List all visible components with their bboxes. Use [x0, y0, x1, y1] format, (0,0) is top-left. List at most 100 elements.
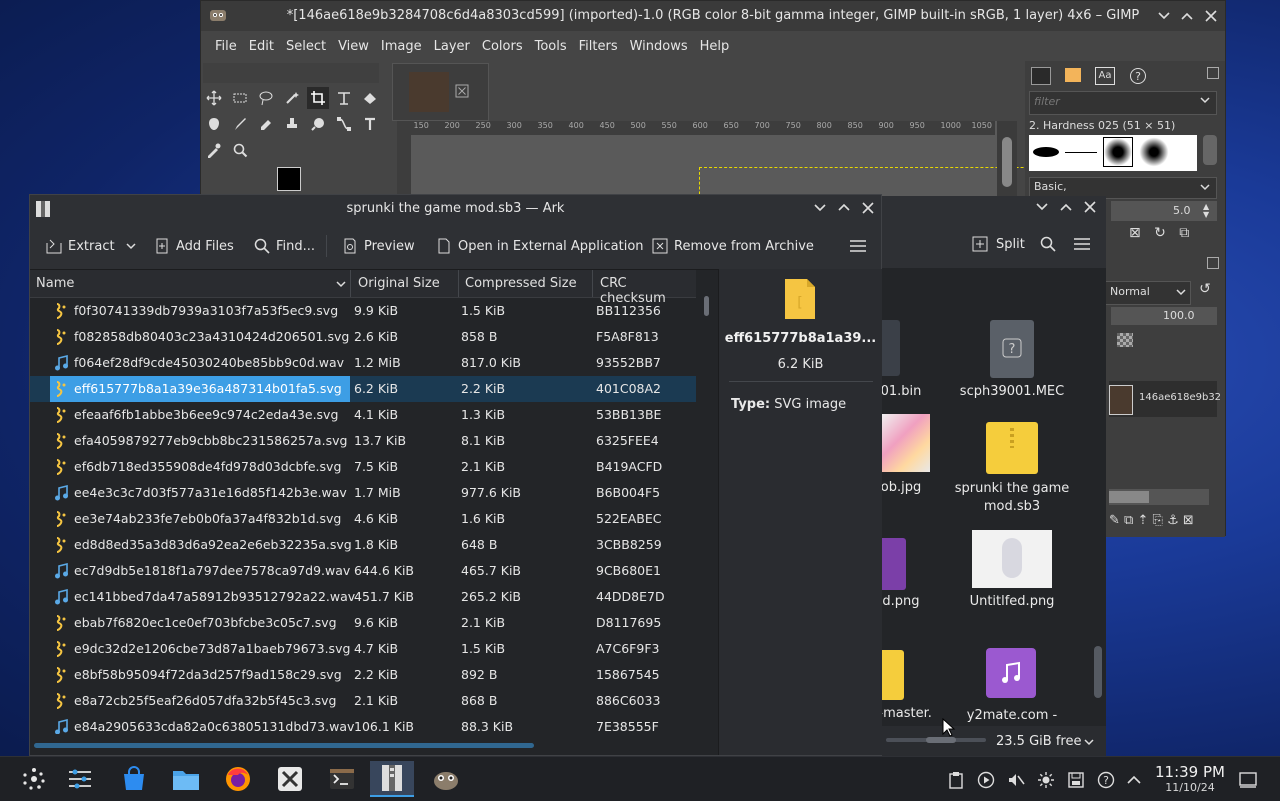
- scrollbar-thumb[interactable]: [704, 296, 709, 316]
- show-desktop-icon[interactable]: [1238, 770, 1258, 790]
- table-row[interactable]: f082858db80403c23a4310424d206501.svg 2.6 …: [30, 324, 696, 350]
- file-item-unknown[interactable]: ? scph39001.MEC: [956, 320, 1068, 410]
- split-button[interactable]: Split: [972, 236, 1025, 252]
- foreground-color-swatch[interactable]: [277, 167, 301, 191]
- spacing-spinbox[interactable]: 5.0 ▲ ▼: [1111, 201, 1217, 221]
- brush-grid[interactable]: [1029, 135, 1197, 171]
- brush-preview[interactable]: [1139, 137, 1169, 167]
- archive-horizontal-scrollbar[interactable]: [30, 735, 718, 755]
- preview-button[interactable]: Preview: [342, 235, 415, 257]
- table-row[interactable]: ef6db718ed355908de4fd978d03dcbfe.svg 7.5 …: [30, 454, 696, 480]
- close-tab-icon[interactable]: [455, 84, 469, 98]
- hamburger-menu-button[interactable]: [850, 235, 866, 257]
- scrollbar-thumb[interactable]: [34, 743, 534, 748]
- table-row[interactable]: e8bf58b95094f72da3d257f9ad158c29.svg 2.2 …: [30, 662, 696, 688]
- eraser-tool-icon[interactable]: [255, 113, 277, 135]
- fuzzy-select-tool-icon[interactable]: [281, 87, 303, 109]
- help-icon[interactable]: ?: [1129, 67, 1147, 85]
- storage-icon[interactable]: [1066, 770, 1086, 790]
- table-row[interactable]: efeaaf6fb1abbe3b6ee9c974c2eda43e.svg 4.1 …: [30, 402, 696, 428]
- clone-tool-icon[interactable]: [281, 113, 303, 135]
- scrollbar-thumb[interactable]: [1002, 137, 1012, 187]
- menu-filters[interactable]: Filters: [573, 39, 624, 54]
- add-files-button[interactable]: Add Files: [154, 235, 234, 257]
- patterns-tab-icon[interactable]: [1065, 68, 1081, 82]
- brush-filter-field[interactable]: filter: [1029, 91, 1217, 115]
- layers-scrollbar[interactable]: [1109, 489, 1209, 505]
- paths-tool-icon[interactable]: [333, 113, 355, 135]
- open-external-button[interactable]: Open in External Application: [436, 235, 644, 257]
- table-row[interactable]: ee4e3c3c7d03f577a31e16d85f142b3e.wav 1.7 …: [30, 480, 696, 506]
- layer-mode-select[interactable]: Normal: [1105, 281, 1191, 305]
- delete-layer-icon[interactable]: ⊠: [1183, 513, 1194, 528]
- new-layer-icon[interactable]: ⧉: [1124, 513, 1133, 528]
- taskbar-ark[interactable]: [370, 761, 414, 797]
- chevron-down-icon[interactable]: [1200, 183, 1210, 191]
- minimize-button[interactable]: [1036, 203, 1048, 211]
- brushes-tab-icon[interactable]: [1031, 67, 1051, 85]
- taskbar-firefox[interactable]: [216, 761, 260, 797]
- taskbar-xnview[interactable]: [268, 761, 312, 797]
- minimize-button[interactable]: [1153, 5, 1175, 27]
- tray-expand-chevron-up-icon[interactable]: [1124, 770, 1144, 790]
- duplicate-layer-icon[interactable]: ⎘: [1153, 513, 1163, 528]
- brush-preview-selected[interactable]: [1103, 137, 1133, 167]
- table-row[interactable]: e9dc32d2e1206cbe73d87a1baeb79673.svg 4.7 …: [30, 636, 696, 662]
- layers-menu-icon[interactable]: [1207, 257, 1219, 269]
- raise-layer-icon[interactable]: ⇡: [1137, 513, 1148, 528]
- warp-tool-icon[interactable]: [203, 113, 225, 135]
- sort-chevron-down-icon[interactable]: [336, 280, 346, 288]
- menu-file[interactable]: File: [209, 39, 243, 54]
- menu-help[interactable]: Help: [694, 39, 736, 54]
- bucket-fill-tool-icon[interactable]: [359, 87, 381, 109]
- file-item-audio[interactable]: y2mate.com -: [958, 646, 1066, 736]
- file-item-untitled-png[interactable]: Untitlfed.png: [958, 530, 1066, 620]
- layer-mode-reset-icon[interactable]: ↺: [1193, 281, 1217, 303]
- chevron-down-icon[interactable]: [1200, 96, 1210, 104]
- table-row[interactable]: e8a72cb25f5eaf26d057dfa32b5f45c3.svg 2.1 …: [30, 688, 696, 714]
- crop-tool-icon[interactable]: [307, 87, 329, 109]
- table-row[interactable]: ed8d8ed35a3d83d6a92ea2e6eb32235a.svg 1.8 …: [30, 532, 696, 558]
- menu-colors[interactable]: Colors: [476, 39, 529, 54]
- image-tab[interactable]: [392, 63, 489, 121]
- column-name[interactable]: Name: [36, 276, 74, 291]
- zoom-slider[interactable]: [886, 737, 986, 743]
- menu-layer[interactable]: Layer: [428, 39, 476, 54]
- chevron-down-icon[interactable]: [1176, 288, 1186, 296]
- close-button[interactable]: [1200, 5, 1222, 27]
- rect-select-tool-icon[interactable]: [229, 87, 251, 109]
- find-button[interactable]: Find...: [254, 235, 315, 257]
- brightness-icon[interactable]: [1036, 770, 1056, 790]
- anchor-layer-icon[interactable]: ⚓: [1167, 513, 1179, 528]
- volume-muted-icon[interactable]: [1006, 770, 1026, 790]
- file-item-png[interactable]: d.png: [882, 532, 942, 622]
- fonts-tab-icon[interactable]: Aa: [1095, 67, 1115, 85]
- smudge-tool-icon[interactable]: [307, 113, 329, 135]
- dock-menu-icon[interactable]: [1207, 67, 1219, 79]
- taskbar-system-settings[interactable]: [58, 761, 102, 797]
- menu-select[interactable]: Select: [280, 39, 332, 54]
- taskbar-terminal[interactable]: [320, 761, 364, 797]
- close-button[interactable]: [862, 202, 874, 214]
- open-as-image-icon[interactable]: ⧉: [1179, 225, 1189, 241]
- scrollbar-thumb[interactable]: [1109, 491, 1149, 503]
- media-play-icon[interactable]: [976, 770, 996, 790]
- hamburger-menu-icon[interactable]: [1074, 238, 1090, 250]
- table-row[interactable]: eff615777b8a1a39e36a487314b01fa5.svg 6.2 …: [30, 376, 696, 402]
- table-row[interactable]: ec141bbed7da47a58912b93512792a22.wav 451.…: [30, 584, 696, 610]
- help-icon[interactable]: ?: [1096, 770, 1116, 790]
- paintbrush-tool-icon[interactable]: [229, 113, 251, 135]
- table-row[interactable]: ebab7f6820ec1ce0ef703bfcbe3c05c7.svg 9.6 …: [30, 610, 696, 636]
- minimize-button[interactable]: [814, 204, 826, 212]
- gimp-app-icon[interactable]: [209, 7, 227, 23]
- maximize-button[interactable]: [1060, 203, 1072, 211]
- text-tool-icon[interactable]: [359, 113, 381, 135]
- layer-row[interactable]: 146ae618e9b32: [1109, 381, 1221, 417]
- table-row[interactable]: ec7d9db5e1818f1a797dee7578ca97d9.wav 644.…: [30, 558, 696, 584]
- brush-preview[interactable]: [1065, 152, 1097, 153]
- spin-arrows-icon[interactable]: ▲ ▼: [1203, 203, 1209, 219]
- file-item-bin[interactable]: 01.bin: [881, 320, 942, 399]
- menu-edit[interactable]: Edit: [243, 39, 280, 54]
- maximize-button[interactable]: [1176, 5, 1198, 27]
- delete-brush-icon[interactable]: ⊠: [1129, 225, 1141, 241]
